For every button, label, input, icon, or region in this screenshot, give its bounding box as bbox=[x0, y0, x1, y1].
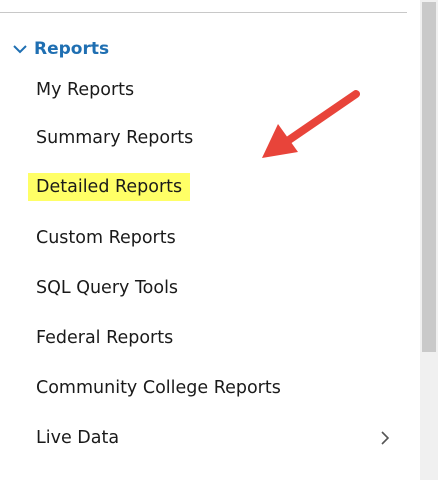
menu-item-detailed-reports[interactable]: Detailed Reports bbox=[28, 173, 191, 201]
menu-item-custom-reports[interactable]: Custom Reports bbox=[36, 224, 176, 252]
reports-section-header[interactable]: Reports bbox=[10, 37, 109, 61]
section-title: Reports bbox=[34, 39, 110, 59]
menu-item-my-reports[interactable]: My Reports bbox=[36, 76, 134, 104]
menu-item-summary-reports[interactable]: Summary Reports bbox=[36, 124, 193, 152]
menu-item-live-data[interactable]: Live Data bbox=[36, 424, 119, 452]
top-divider bbox=[0, 12, 407, 13]
menu-item-community-college-reports[interactable]: Community College Reports bbox=[36, 374, 281, 402]
chevron-down-icon bbox=[13, 45, 27, 54]
scrollbar-thumb[interactable] bbox=[422, 2, 436, 352]
menu-item-federal-reports[interactable]: Federal Reports bbox=[36, 324, 173, 352]
chevron-right-icon[interactable] bbox=[378, 428, 392, 448]
reports-nav-panel: Reports My Reports Summary Reports Detai… bbox=[0, 0, 438, 480]
menu-item-sql-query-tools[interactable]: SQL Query Tools bbox=[36, 274, 178, 302]
